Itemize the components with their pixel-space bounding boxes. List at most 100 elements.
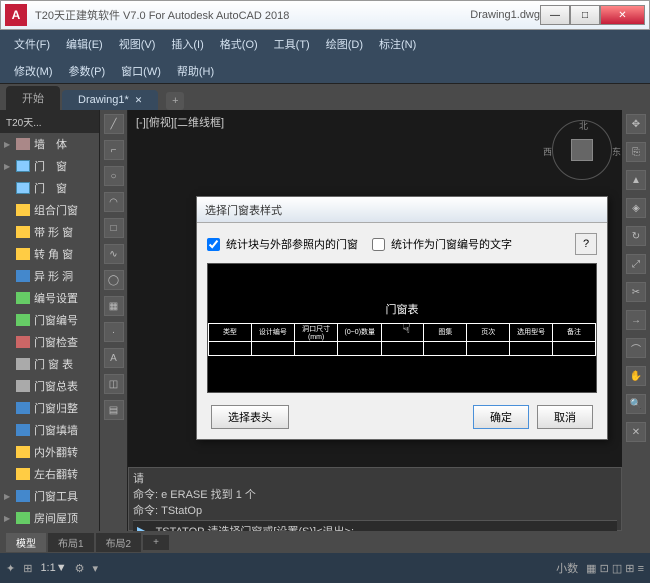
layout-tabs: 模型 布局1 布局2 + [0, 531, 650, 553]
help-button[interactable]: ? [575, 233, 597, 255]
select-style-dialog: 选择门窗表样式 统计块与外部参照内的门窗 统计作为门窗编号的文字 ? 门窗表 ☟… [196, 196, 608, 440]
tab-add-layout[interactable]: + [143, 535, 169, 550]
tree-arrange[interactable]: 门窗归整 [0, 397, 99, 419]
minimize-button[interactable]: — [540, 5, 570, 25]
modify-toolbar: ✥ ⎘ ▲ ◈ ↻ ⤢ ✂ → ⌒ ✋ 🔍 ✕ [622, 110, 650, 540]
rect-tool-icon[interactable]: □ [104, 218, 124, 238]
status-snap-icon[interactable]: ▾ [93, 562, 99, 575]
polyline-tool-icon[interactable]: ⌐ [104, 140, 124, 160]
tree-numset[interactable]: 编号设置 [0, 287, 99, 309]
line-tool-icon[interactable]: ╱ [104, 114, 124, 134]
pan-tool-icon[interactable]: ✋ [626, 366, 646, 386]
preview-area[interactable]: 门窗表 ☟ 类型设计编号洞口尺寸(mm)(0~0)数量图集页次选用型号备注 [207, 263, 597, 393]
table-tool-icon[interactable]: ▤ [104, 400, 124, 420]
menu-window[interactable]: 窗口(W) [113, 59, 169, 83]
scale-tool-icon[interactable]: ⤢ [626, 254, 646, 274]
tab-drawing1[interactable]: Drawing1* ✕ [62, 90, 158, 110]
rotate-tool-icon[interactable]: ↻ [626, 226, 646, 246]
menu-edit[interactable]: 编辑(E) [58, 32, 111, 56]
extend-tool-icon[interactable]: → [626, 310, 646, 330]
tree-check[interactable]: 门窗检查 [0, 331, 99, 353]
copy-tool-icon[interactable]: ⎘ [626, 142, 646, 162]
mirror-tool-icon[interactable]: ▲ [626, 170, 646, 190]
hatch-tool-icon[interactable]: ▦ [104, 296, 124, 316]
view-cube[interactable]: 北 西 东 [552, 120, 612, 180]
zoom-tool-icon[interactable]: 🔍 [626, 394, 646, 414]
tree-combo[interactable]: 组合门窗 [0, 199, 99, 221]
tree-totaltable[interactable]: 门窗总表 [0, 375, 99, 397]
menu-view[interactable]: 视图(V) [111, 32, 164, 56]
menubar-2: 修改(M) 参数(P) 窗口(W) 帮助(H) [0, 58, 650, 84]
tree-hole[interactable]: 异 形 洞 [0, 265, 99, 287]
status-scale[interactable]: 1:1▼ [40, 562, 66, 574]
close-button[interactable]: ✕ [600, 5, 645, 25]
menu-dim[interactable]: 标注(N) [371, 32, 424, 56]
maximize-button[interactable]: □ [570, 5, 600, 25]
point-tool-icon[interactable]: · [104, 322, 124, 342]
tab-add-button[interactable]: + [166, 92, 184, 110]
chk-text[interactable] [372, 238, 385, 251]
window-file: Drawing1.dwg [470, 9, 540, 21]
offset-tool-icon[interactable]: ◈ [626, 198, 646, 218]
tab-label: 开始 [22, 90, 44, 106]
tab-label: Drawing1* [78, 94, 129, 106]
tab-layout2[interactable]: 布局2 [96, 533, 142, 552]
status-grid-icon[interactable]: ⊞ [23, 562, 32, 575]
chk-blocks[interactable] [207, 238, 220, 251]
tab-model[interactable]: 模型 [6, 533, 46, 552]
app-icon: A [5, 4, 27, 26]
tab-close-icon[interactable]: ✕ [135, 95, 143, 106]
status-tools-icon[interactable]: ▦ ⊡ ◫ ⊞ ≡ [586, 562, 644, 575]
circle-tool-icon[interactable]: ○ [104, 166, 124, 186]
status-icon[interactable]: ✦ [6, 562, 15, 575]
preview-title: 门窗表 [386, 301, 419, 317]
panel-title: T20天... [0, 110, 99, 133]
viewport-label[interactable]: [-][俯视][二维线框] [136, 114, 224, 130]
menu-params[interactable]: 参数(P) [61, 59, 114, 83]
draw-toolbar: ╱ ⌐ ○ ◠ □ ∿ ◯ ▦ · A ◫ ▤ [100, 110, 128, 540]
select-header-button[interactable]: 选择表头 [211, 405, 289, 429]
cube-icon[interactable] [571, 139, 593, 161]
trim-tool-icon[interactable]: ✂ [626, 282, 646, 302]
move-tool-icon[interactable]: ✥ [626, 114, 646, 134]
dialog-title: 选择门窗表样式 [197, 197, 607, 223]
menu-modify[interactable]: 修改(M) [6, 59, 61, 83]
tree-door2[interactable]: 门 窗 [0, 177, 99, 199]
block-tool-icon[interactable]: ◫ [104, 374, 124, 394]
status-gear-icon[interactable]: ⚙ [75, 562, 85, 575]
tree-flip2[interactable]: 左右翻转 [0, 463, 99, 485]
tree-flip1[interactable]: 内外翻转 [0, 441, 99, 463]
tree-table[interactable]: 门 窗 表 [0, 353, 99, 375]
cursor-icon: ☟ [402, 320, 411, 337]
statusbar: ✦ ⊞ 1:1▼ ⚙ ▾ 小数 ▦ ⊡ ◫ ⊞ ≡ [0, 553, 650, 583]
tree-fill[interactable]: 门窗填墙 [0, 419, 99, 441]
command-history: 请 命令: e ERASE 找到 1 个 命令: TStatOp ▶_ TSTA… [128, 467, 622, 531]
menu-file[interactable]: 文件(F) [6, 32, 58, 56]
ellipse-tool-icon[interactable]: ◯ [104, 270, 124, 290]
cancel-button[interactable]: 取消 [537, 405, 593, 429]
arc-tool-icon[interactable]: ◠ [104, 192, 124, 212]
tree-room[interactable]: ▶房间屋顶 [0, 507, 99, 529]
doc-tabs: 开始 Drawing1* ✕ + [0, 84, 650, 110]
ok-button[interactable]: 确定 [473, 405, 529, 429]
text-tool-icon[interactable]: A [104, 348, 124, 368]
status-mode[interactable]: 小数 [556, 560, 578, 576]
menubar-1: 文件(F) 编辑(E) 视图(V) 插入(I) 格式(O) 工具(T) 绘图(D… [0, 30, 650, 58]
fillet-tool-icon[interactable]: ⌒ [626, 338, 646, 358]
tree-tools[interactable]: ▶门窗工具 [0, 485, 99, 507]
tree-corner[interactable]: 转 角 窗 [0, 243, 99, 265]
erase-tool-icon[interactable]: ✕ [626, 422, 646, 442]
tree-strip[interactable]: 带 形 窗 [0, 221, 99, 243]
menu-format[interactable]: 格式(O) [212, 32, 266, 56]
tree-wall[interactable]: ▶墙 体 [0, 133, 99, 155]
menu-tools[interactable]: 工具(T) [266, 32, 318, 56]
tab-start[interactable]: 开始 [6, 86, 60, 110]
spline-tool-icon[interactable]: ∿ [104, 244, 124, 264]
chk-blocks-label: 统计块与外部参照内的门窗 [226, 236, 358, 252]
menu-insert[interactable]: 插入(I) [163, 32, 211, 56]
tree-door[interactable]: ▶门 窗 [0, 155, 99, 177]
menu-draw[interactable]: 绘图(D) [318, 32, 371, 56]
menu-help[interactable]: 帮助(H) [169, 59, 222, 83]
tab-layout1[interactable]: 布局1 [48, 533, 94, 552]
tree-num[interactable]: 门窗编号 [0, 309, 99, 331]
